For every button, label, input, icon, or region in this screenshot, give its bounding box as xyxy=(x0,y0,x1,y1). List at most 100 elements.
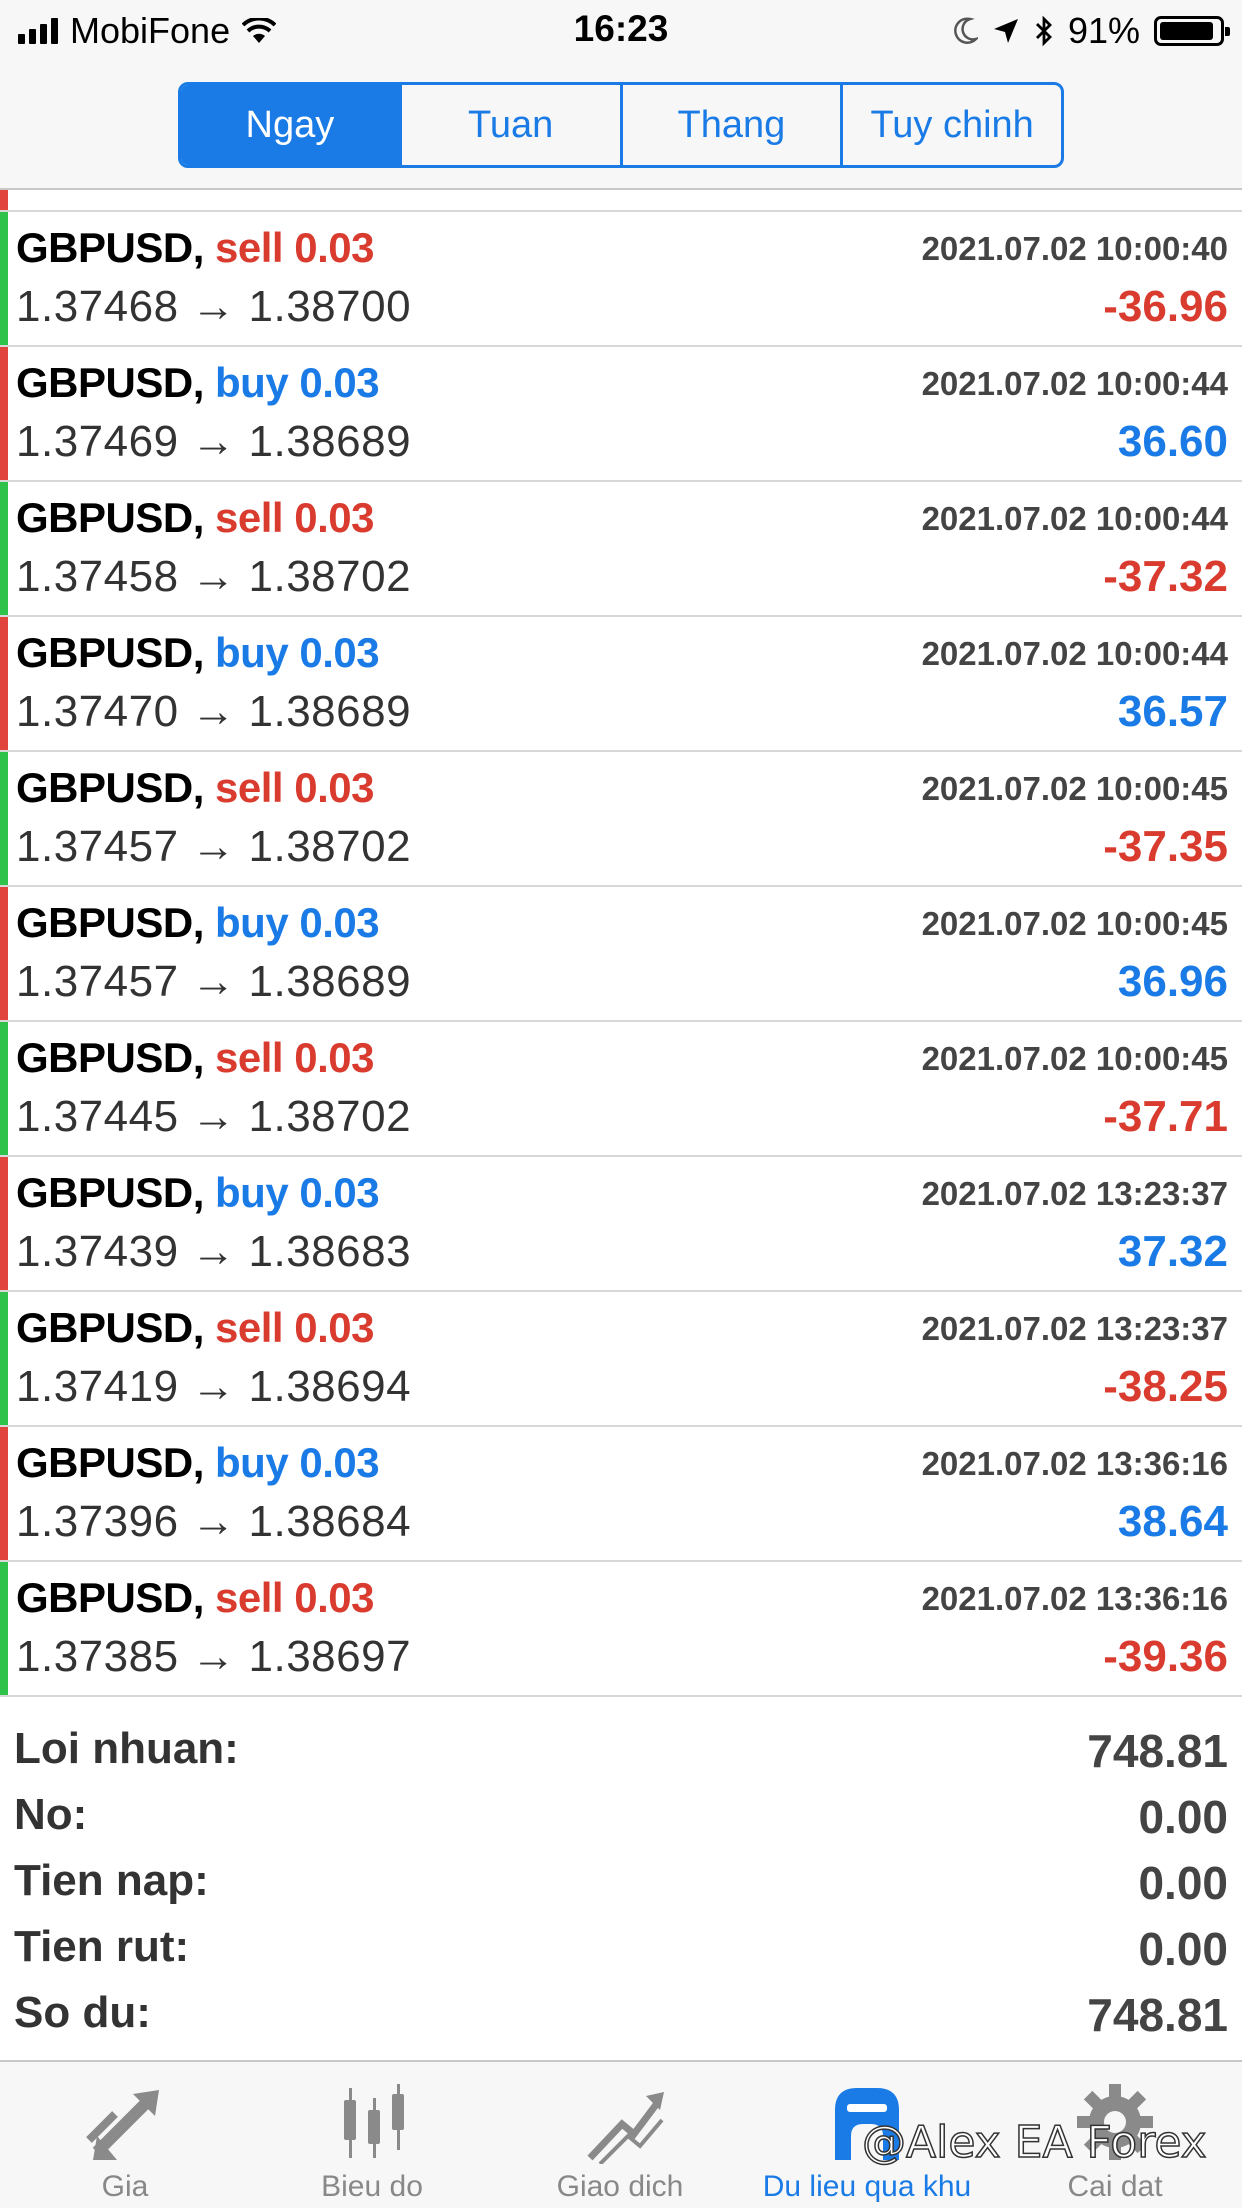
tab-label: Bieu do xyxy=(321,2170,423,2203)
arrow-right-icon: → xyxy=(178,1362,249,1411)
deal-side: sell xyxy=(215,1034,284,1081)
deal-open-price: 1.37457 xyxy=(16,957,179,1006)
deal-side: sell xyxy=(215,494,284,541)
period-segmented-control: Ngay Tuan Thang Tuy chinh xyxy=(178,82,1064,168)
deal-symbol: GBPUSD, xyxy=(16,1304,204,1351)
deal-side: buy xyxy=(215,899,289,946)
deal-profit: -39.36 xyxy=(1103,1632,1228,1681)
deal-list-item[interactable]: GBPUSD, sell 0.03 2021.07.02 10:00:40 1.37… xyxy=(0,212,1242,347)
deal-title: GBPUSD, sell 0.03 xyxy=(16,494,375,542)
deal-symbol: GBPUSD, xyxy=(16,1169,204,1216)
deal-title: GBPUSD, buy 0.03 xyxy=(16,629,380,677)
deal-prices: 1.37457 → 1.38689 xyxy=(16,957,411,1007)
trade-chart-icon xyxy=(570,2080,670,2166)
deal-open-price: 1.37445 xyxy=(16,1092,179,1141)
deal-direction-indicator xyxy=(0,482,8,615)
deal-title: GBPUSD, sell 0.03 xyxy=(16,1574,375,1622)
deal-close-price: 1.38689 xyxy=(248,687,412,736)
deal-direction-indicator xyxy=(0,1427,8,1560)
deal-datetime: 2021.07.02 13:23:37 xyxy=(921,1175,1228,1212)
deal-prices: 1.37385 → 1.38697 xyxy=(16,1632,411,1682)
summary-row: Tien nap: 0.00 xyxy=(0,1848,1242,1914)
deal-prices: 1.37458 → 1.38702 xyxy=(16,552,411,602)
deal-title: GBPUSD, buy 0.03 xyxy=(16,359,380,407)
quotes-arrows-icon xyxy=(75,2080,175,2164)
summary-row: No: 0.00 xyxy=(0,1782,1242,1848)
deal-title: GBPUSD, sell 0.03 xyxy=(16,224,375,272)
account-summary: Loi nhuan: 748.81 No: 0.00 Tien nap: 0.00 Tien… xyxy=(0,1716,1242,2046)
deal-title: GBPUSD, sell 0.03 xyxy=(16,764,375,812)
deal-datetime: 2021.07.02 10:00:45 xyxy=(921,1040,1228,1077)
deal-direction-indicator xyxy=(0,1562,8,1695)
tab-bieu-do[interactable]: Bieu do xyxy=(262,2080,482,2203)
deal-profit: -37.32 xyxy=(1103,552,1228,601)
battery-icon xyxy=(1154,16,1230,46)
deal-prices: 1.37470 → 1.38689 xyxy=(16,687,411,737)
deal-list-item[interactable]: GBPUSD, buy 0.03 2021.07.02 10:00:44 1.374… xyxy=(0,617,1242,752)
deal-datetime: 2021.07.02 13:23:37 xyxy=(921,1310,1228,1347)
summary-label: No: xyxy=(14,1790,88,1839)
deal-list-item[interactable]: GBPUSD, sell 0.03 2021.07.02 10:00:45 1.37… xyxy=(0,1022,1242,1157)
deal-volume: 0.03 xyxy=(294,1574,375,1621)
deal-volume: 0.03 xyxy=(294,224,375,271)
deal-symbol: GBPUSD, xyxy=(16,899,204,946)
segment-thang[interactable]: Thang xyxy=(623,85,844,165)
tab-label: Cai dat xyxy=(1067,2170,1163,2203)
deal-list-item[interactable]: GBPUSD, buy 0.03 2021.07.02 13:23:37 1.374… xyxy=(0,1157,1242,1292)
arrow-right-icon: → xyxy=(178,552,249,601)
deal-close-price: 1.38702 xyxy=(248,822,412,871)
deal-list-item[interactable]: GBPUSD, sell 0.03 2021.07.02 10:00:44 1.37… xyxy=(0,482,1242,617)
deal-volume: 0.03 xyxy=(299,629,380,676)
deal-list-item[interactable]: GBPUSD, sell 0.03 2021.07.02 13:23:37 1.37… xyxy=(0,1292,1242,1427)
deal-prices: 1.37457 → 1.38702 xyxy=(16,822,411,872)
deal-datetime: 2021.07.02 13:36:16 xyxy=(921,1445,1228,1482)
summary-value: 0.00 xyxy=(1138,1791,1228,1843)
deal-history-list[interactable]: GBPUSD, sell 0.03 2021.07.02 10:00:40 1.37… xyxy=(0,190,1242,1697)
segment-tuan[interactable]: Tuan xyxy=(402,85,623,165)
deal-symbol: GBPUSD, xyxy=(16,1439,204,1486)
deal-datetime: 2021.07.02 10:00:40 xyxy=(921,230,1228,267)
deal-close-price: 1.38689 xyxy=(248,417,412,466)
deal-title: GBPUSD, buy 0.03 xyxy=(16,1169,380,1217)
tab-label: Du lieu qua khu xyxy=(762,2170,972,2203)
deal-symbol: GBPUSD, xyxy=(16,494,204,541)
tab-label: Giao dich xyxy=(556,2170,684,2203)
partial-list-item xyxy=(0,190,1242,212)
deal-prices: 1.37468 → 1.38700 xyxy=(16,282,411,332)
deal-open-price: 1.37469 xyxy=(16,417,179,466)
deal-list-item[interactable]: GBPUSD, sell 0.03 2021.07.02 13:36:16 1.37… xyxy=(0,1562,1242,1697)
deal-side: sell xyxy=(215,764,284,811)
deal-profit: 38.64 xyxy=(1117,1497,1228,1546)
deal-close-price: 1.38697 xyxy=(248,1632,412,1681)
arrow-right-icon: → xyxy=(178,417,249,466)
deal-symbol: GBPUSD, xyxy=(16,224,204,271)
battery-percent: 91% xyxy=(1067,10,1140,51)
deal-profit: 36.60 xyxy=(1117,417,1228,466)
segment-tuy-chinh[interactable]: Tuy chinh xyxy=(843,85,1061,165)
tab-gia[interactable]: Gia xyxy=(15,2080,235,2203)
arrow-right-icon: → xyxy=(178,1632,249,1681)
summary-row: Loi nhuan: 748.81 xyxy=(0,1716,1242,1782)
deal-list-item[interactable]: GBPUSD, buy 0.03 2021.07.02 13:36:16 1.373… xyxy=(0,1427,1242,1562)
deal-open-price: 1.37470 xyxy=(16,687,179,736)
deal-prices: 1.37439 → 1.38683 xyxy=(16,1227,411,1277)
deal-list-item[interactable]: GBPUSD, buy 0.03 2021.07.02 10:00:44 1.374… xyxy=(0,347,1242,482)
deal-close-price: 1.38700 xyxy=(248,282,412,331)
tab-giao-dich[interactable]: Giao dich xyxy=(510,2080,730,2203)
summary-value: 748.81 xyxy=(1087,1725,1228,1777)
deal-volume: 0.03 xyxy=(294,1034,375,1081)
deal-prices: 1.37419 → 1.38694 xyxy=(16,1362,411,1412)
deal-datetime: 2021.07.02 10:00:45 xyxy=(921,770,1228,807)
summary-value: 0.00 xyxy=(1138,1857,1228,1909)
deal-list-item[interactable]: GBPUSD, sell 0.03 2021.07.02 10:00:45 1.37… xyxy=(0,752,1242,887)
arrow-right-icon: → xyxy=(178,822,249,871)
deal-prices: 1.37469 → 1.38689 xyxy=(16,417,411,467)
deal-profit: -38.25 xyxy=(1103,1362,1228,1411)
deal-close-price: 1.38684 xyxy=(248,1497,412,1546)
deal-direction-indicator xyxy=(0,1292,8,1425)
candlestick-chart-icon xyxy=(322,2080,422,2164)
deal-profit: 37.32 xyxy=(1117,1227,1228,1276)
deal-symbol: GBPUSD, xyxy=(16,1034,204,1081)
deal-list-item[interactable]: GBPUSD, buy 0.03 2021.07.02 10:00:45 1.374… xyxy=(0,887,1242,1022)
segment-ngay[interactable]: Ngay xyxy=(181,85,402,165)
